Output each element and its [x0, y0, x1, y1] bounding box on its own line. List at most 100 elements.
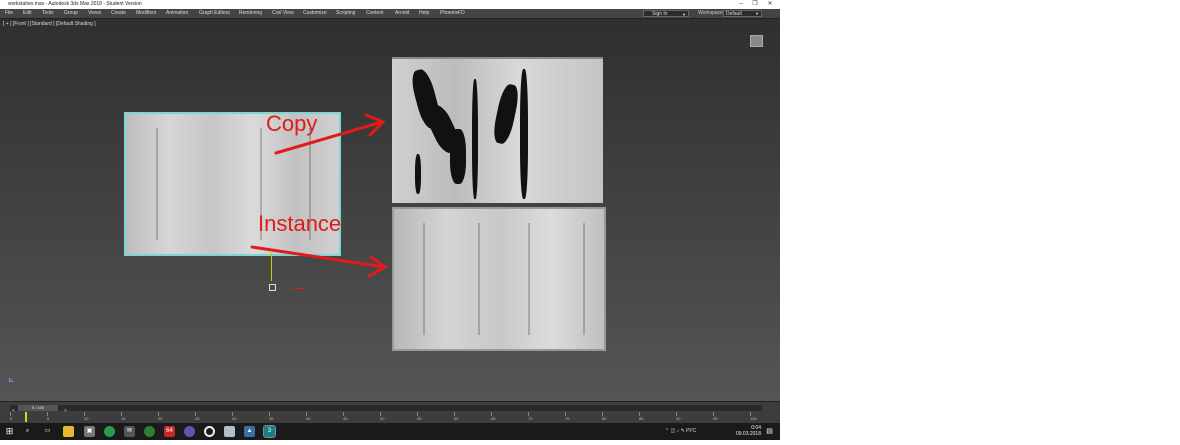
menu-graph-editors[interactable]: Graph Editors	[199, 9, 230, 18]
gizmo-x-axis[interactable]	[292, 288, 306, 289]
time-slider[interactable]: < >	[10, 405, 762, 414]
menu-content[interactable]: Content	[366, 9, 384, 18]
timeline-tick: 75	[565, 412, 569, 421]
clock-date: 09.03.2018	[735, 431, 761, 437]
menu-phoenixfd[interactable]: PhoenixFD	[440, 9, 465, 18]
tick-label: 25	[195, 416, 200, 421]
timeline-tick: 15	[121, 412, 125, 421]
menu-create[interactable]: Create	[111, 9, 126, 18]
language-indicator[interactable]: РУС	[686, 428, 696, 434]
photos-icon[interactable]: ▲	[244, 426, 255, 437]
tick-label: 5	[47, 416, 50, 421]
tick-label: 100	[750, 416, 757, 421]
timeline-tick: 5	[47, 412, 49, 421]
task-view-icon[interactable]: ▭	[42, 426, 53, 437]
menu-customize[interactable]: Customize	[303, 9, 327, 18]
tick-label: 85	[639, 416, 644, 421]
tick-label: 90	[676, 416, 681, 421]
timeline-tick: 20	[158, 412, 162, 421]
app-green-icon[interactable]	[144, 426, 155, 437]
chrome-icon[interactable]	[104, 426, 115, 437]
gizmo-center[interactable]	[269, 284, 276, 291]
menu-rendering[interactable]: Rendering	[239, 9, 262, 18]
tick-label: 35	[269, 416, 274, 421]
app-circle-icon[interactable]	[204, 426, 215, 437]
menu-tools[interactable]: Tools	[42, 9, 54, 18]
tick-label: 10	[84, 416, 89, 421]
app-64-icon[interactable]: 64	[164, 426, 175, 437]
window-title: workstation.max - Autodesk 3ds Max 2018 …	[8, 1, 142, 7]
timeline-tick: 85	[639, 412, 643, 421]
menu-help[interactable]: Help	[419, 9, 429, 18]
search-icon[interactable]: ⌕	[22, 426, 33, 437]
notepad-icon[interactable]	[224, 426, 235, 437]
chevron-down-icon: ▼	[755, 11, 759, 16]
timeline-tick: 95	[713, 412, 717, 421]
timeline-tick: 90	[676, 412, 680, 421]
menu-modifiers[interactable]: Modifiers	[136, 9, 156, 18]
frame-counter[interactable]: 0 / 100	[18, 405, 58, 411]
timeline-tick: 50	[380, 412, 384, 421]
sign-in-label: Sign In	[652, 11, 668, 17]
tick-label: 75	[565, 416, 570, 421]
tick-label: 30	[232, 416, 237, 421]
annotation-arrows	[250, 113, 388, 278]
sign-in-dropdown[interactable]: Sign In ▼	[643, 10, 689, 17]
viber-icon[interactable]	[184, 426, 195, 437]
timeline-ruler[interactable]: 0 5 10 15 20 25 30 35 40 45 50 55 60 65 70 75 80 85 90 95 10…	[10, 412, 762, 423]
system-tray[interactable]: ⌃ ◫ ♪ ✎ РУС	[665, 423, 696, 440]
timeline-tick: 40	[306, 412, 310, 421]
timeline-tick: 70	[528, 412, 532, 421]
timeline-tick: 100	[750, 412, 757, 421]
menu-scripting[interactable]: Scripting	[336, 9, 355, 18]
tick-label: 80	[602, 416, 607, 421]
front-viewport[interactable]: [ + ] [Front ] [Standard ] [Default Shad…	[0, 18, 780, 402]
maximize-button[interactable]: ❐	[748, 0, 762, 9]
timeline-tick: 55	[417, 412, 421, 421]
3dsmax-icon[interactable]: 3	[263, 425, 276, 438]
chevron-down-icon: ▼	[682, 12, 686, 17]
timeline-tick: 0	[10, 412, 12, 421]
tick-label: 95	[713, 416, 718, 421]
tick-label: 15	[121, 416, 126, 421]
taskbar: ⊞ ⌕ ▭ ▣ ✉ 64 ▲ 3 ⌃ ◫ ♪ ✎ РУС 0:04 09.03.…	[0, 423, 780, 440]
tick-label: 20	[158, 416, 163, 421]
app-window: workstation.max - Autodesk 3ds Max 2018 …	[0, 0, 780, 440]
tick-label: 65	[491, 416, 496, 421]
menu-arnold[interactable]: Arnold	[395, 9, 409, 18]
copy-arrow	[274, 120, 384, 155]
timeline-tick: 60	[454, 412, 458, 421]
clock[interactable]: 0:04 09.03.2018	[733, 425, 761, 437]
tick-label: 70	[528, 416, 533, 421]
menu-views[interactable]: Views	[88, 9, 101, 18]
gizmo-y-axis[interactable]	[271, 251, 272, 281]
close-button[interactable]: ✕	[763, 0, 777, 9]
minimize-button[interactable]: –	[734, 0, 748, 9]
menu-file[interactable]: File	[5, 9, 13, 18]
tick-label: 40	[306, 416, 311, 421]
workspace-value: Default	[726, 11, 742, 17]
workspace-select[interactable]: Default ▼	[723, 10, 762, 17]
menu-edit[interactable]: Edit	[23, 9, 32, 18]
timeline-tick: 80	[602, 412, 606, 421]
menu-group[interactable]: Group	[64, 9, 78, 18]
timeline: < > 0 / 100 0 5 10 15 20 25 30 35 40 45 50 55 60 65 70…	[0, 401, 780, 424]
tick-label: 50	[380, 416, 385, 421]
timeline-tick: 10	[84, 412, 88, 421]
timeline-tick: 35	[269, 412, 273, 421]
timeline-tick: 65	[491, 412, 495, 421]
notifications-icon[interactable]: ▤	[764, 426, 775, 437]
menu-civil-view[interactable]: Civil View	[272, 9, 294, 18]
tick-label: 60	[454, 416, 459, 421]
playhead[interactable]	[25, 412, 27, 422]
timeline-tick: 45	[343, 412, 347, 421]
store-icon[interactable]: ▣	[84, 426, 95, 437]
timeline-tick: 30	[232, 412, 236, 421]
menu-animation[interactable]: Animation	[166, 9, 188, 18]
title-bar: workstation.max - Autodesk 3ds Max 2018 …	[0, 0, 780, 9]
mail-icon[interactable]: ✉	[124, 426, 135, 437]
tick-label: 55	[417, 416, 422, 421]
timeline-tick: 25	[195, 412, 199, 421]
windows-start-icon[interactable]: ⊞	[4, 426, 15, 437]
file-explorer-icon[interactable]	[63, 426, 74, 437]
